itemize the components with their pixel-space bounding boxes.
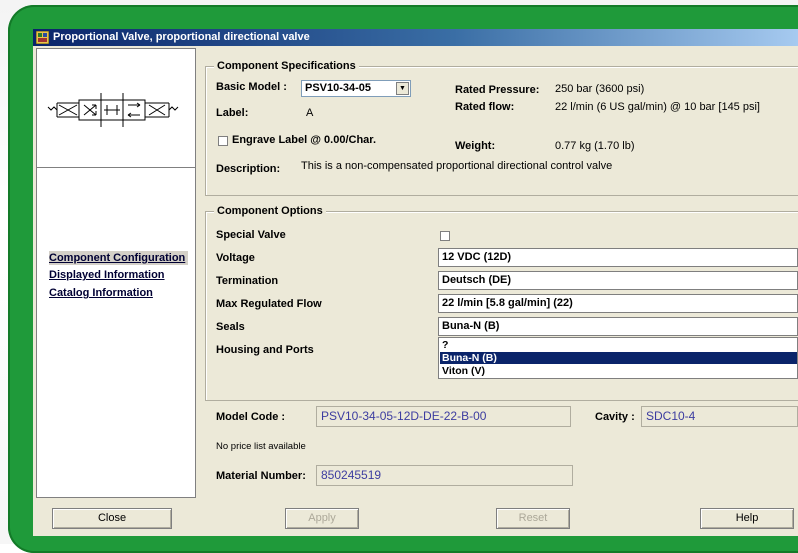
app-icon bbox=[36, 31, 49, 44]
left-pane: Component Configuration Displayed Inform… bbox=[36, 48, 196, 534]
housing-option[interactable]: Viton (V) bbox=[440, 365, 797, 377]
model-code-label: Model Code : bbox=[216, 411, 286, 423]
apply-button[interactable]: Apply bbox=[285, 508, 359, 529]
rated-flow-label: Rated flow: bbox=[455, 101, 515, 113]
cavity-label: Cavity : bbox=[595, 411, 635, 423]
price-note: No price list available bbox=[216, 441, 306, 452]
options-group-title: Component Options bbox=[214, 205, 326, 218]
model-code-field[interactable]: PSV10-34-05-12D-DE-22-B-00 bbox=[316, 406, 571, 427]
description-value: This is a non-compensated proportional d… bbox=[301, 160, 613, 172]
rated-flow-value: 22 l/min (6 US gal/min) @ 10 bar [145 ps… bbox=[555, 101, 760, 113]
chevron-down-icon[interactable]: ▼ bbox=[396, 82, 409, 95]
label-label: Label: bbox=[216, 107, 249, 119]
rated-pressure-label: Rated Pressure: bbox=[455, 84, 540, 96]
rated-pressure-value: 250 bar (3600 psi) bbox=[555, 83, 645, 95]
termination-label: Termination bbox=[216, 275, 279, 287]
close-button[interactable]: Close bbox=[52, 508, 172, 529]
engrave-label-text: Engrave Label @ 0.00/Char. bbox=[232, 134, 377, 146]
material-number-label: Material Number: bbox=[216, 470, 306, 482]
termination-select[interactable]: Deutsch (DE) bbox=[438, 271, 798, 290]
cavity-field[interactable]: SDC10-4 bbox=[641, 406, 798, 427]
housing-option-selected[interactable]: Buna-N (B) bbox=[440, 352, 797, 364]
voltage-select[interactable]: 12 VDC (12D) bbox=[438, 248, 798, 267]
special-valve-label: Special Valve bbox=[216, 229, 286, 241]
valve-symbol-icon bbox=[47, 93, 179, 127]
weight-label: Weight: bbox=[455, 140, 496, 152]
material-number-field[interactable]: 850245519 bbox=[316, 465, 573, 486]
voltage-label: Voltage bbox=[216, 252, 255, 264]
seals-select[interactable]: Buna-N (B) bbox=[438, 317, 798, 336]
label-value: A bbox=[306, 107, 314, 119]
seals-label: Seals bbox=[216, 321, 245, 333]
navigation-panel: Component Configuration Displayed Inform… bbox=[36, 168, 196, 498]
nav-catalog-information[interactable]: Catalog Information bbox=[49, 287, 153, 299]
valve-symbol-panel bbox=[36, 48, 196, 168]
nav-component-configuration[interactable]: Component Configuration bbox=[49, 251, 189, 265]
dialog-window: Proportional Valve, proportional directi… bbox=[33, 29, 798, 536]
housing-option[interactable]: ? bbox=[440, 339, 797, 351]
weight-value: 0.77 kg (1.70 lb) bbox=[555, 140, 635, 152]
title-bar[interactable]: Proportional Valve, proportional directi… bbox=[33, 29, 798, 46]
engrave-label-checkbox[interactable] bbox=[218, 136, 228, 146]
basic-model-select[interactable]: PSV10-34-05 ▼ bbox=[301, 80, 411, 97]
basic-model-label: Basic Model : bbox=[216, 81, 287, 93]
max-flow-label: Max Regulated Flow bbox=[216, 298, 322, 310]
specs-group-title: Component Specifications bbox=[214, 60, 359, 73]
description-label: Description: bbox=[216, 163, 281, 175]
basic-model-value: PSV10-34-05 bbox=[305, 82, 372, 94]
nav-displayed-information[interactable]: Displayed Information bbox=[49, 269, 165, 281]
housing-label: Housing and Ports bbox=[216, 344, 314, 356]
help-button[interactable]: Help bbox=[700, 508, 794, 529]
housing-listbox[interactable]: ? Buna-N (B) Viton (V) bbox=[438, 337, 798, 379]
max-flow-select[interactable]: 22 l/min [5.8 gal/min] (22) bbox=[438, 294, 798, 313]
reset-button[interactable]: Reset bbox=[496, 508, 570, 529]
special-valve-checkbox[interactable] bbox=[440, 231, 450, 241]
window-title: Proportional Valve, proportional directi… bbox=[53, 31, 310, 43]
